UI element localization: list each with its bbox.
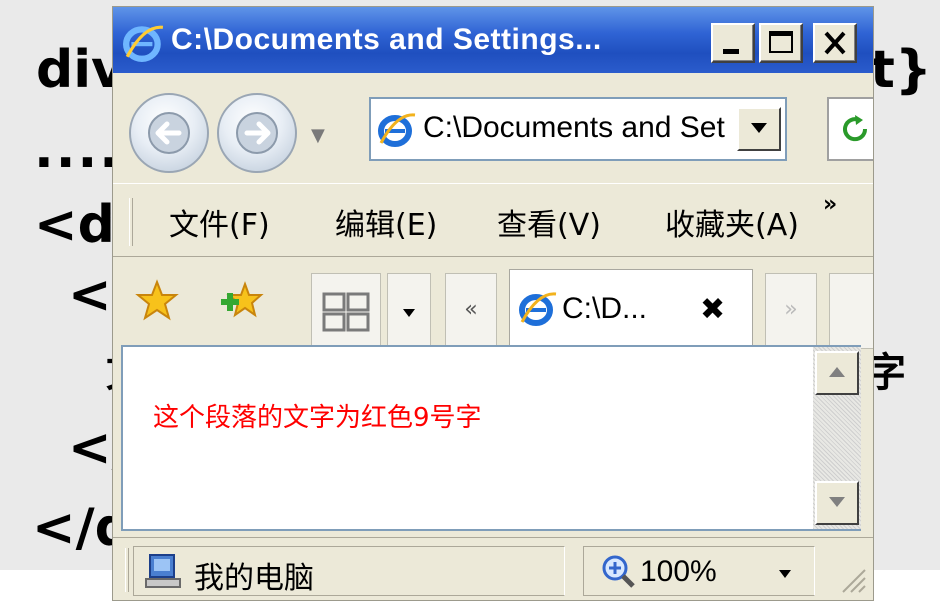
resize-grip-icon[interactable] bbox=[837, 564, 867, 594]
tab-active[interactable]: C:\D... ✖ bbox=[509, 269, 753, 349]
slide-code-line-4: < bbox=[68, 265, 112, 325]
tab-title: C:\D... bbox=[562, 292, 648, 325]
computer-icon bbox=[144, 553, 184, 591]
refresh-icon bbox=[843, 115, 868, 142]
tab-scroll-right-button[interactable]: » bbox=[765, 273, 817, 349]
chevron-down-icon bbox=[829, 497, 845, 507]
scroll-down-button[interactable] bbox=[815, 481, 859, 525]
menu-bar: 文件(F) 编辑(E) 查看(V) 收藏夹(A) » bbox=[113, 183, 873, 257]
back-button[interactable] bbox=[129, 93, 209, 173]
status-zone-pane: 我的电脑 bbox=[133, 546, 565, 596]
page-content: 这个段落的文字为红色9号字 bbox=[121, 345, 861, 531]
slide-code-line-2: .... bbox=[34, 120, 122, 180]
tab-bar: « C:\D... ✖ » bbox=[113, 257, 873, 349]
favorites-star-icon[interactable] bbox=[135, 279, 179, 323]
status-bar: 我的电脑 100% bbox=[113, 537, 873, 600]
address-dropdown-button[interactable] bbox=[737, 107, 781, 151]
close-icon bbox=[824, 31, 846, 55]
new-tab-button[interactable] bbox=[829, 273, 873, 349]
menu-overflow-chevron[interactable]: » bbox=[823, 192, 837, 217]
menu-edit[interactable]: 编辑(E) bbox=[335, 200, 437, 244]
back-icon bbox=[148, 112, 190, 154]
browser-window: C:\Documents and Settings... ▼ C:\Docume… bbox=[112, 6, 874, 601]
chevron-down-icon[interactable] bbox=[778, 569, 792, 579]
maximize-icon bbox=[769, 31, 793, 53]
ie-page-icon bbox=[518, 288, 558, 328]
ie-icon bbox=[123, 21, 165, 63]
scroll-up-button[interactable] bbox=[815, 351, 859, 395]
menu-file[interactable]: 文件(F) bbox=[169, 200, 270, 244]
close-button[interactable] bbox=[813, 23, 857, 63]
minimize-button[interactable] bbox=[711, 23, 755, 63]
chevron-up-icon bbox=[829, 367, 845, 377]
window-title: C:\Documents and Settings... bbox=[171, 23, 602, 56]
slide-code-line-3: <d bbox=[34, 195, 115, 255]
title-bar[interactable]: C:\Documents and Settings... bbox=[113, 7, 873, 73]
toolbar-grip[interactable] bbox=[129, 198, 133, 246]
address-input[interactable]: C:\Documents and Set bbox=[423, 111, 733, 145]
forward-button[interactable] bbox=[217, 93, 297, 173]
slide-code-line-1-right: t} bbox=[870, 40, 932, 100]
zoom-level: 100% bbox=[640, 555, 717, 588]
quick-tabs-icon bbox=[322, 292, 370, 332]
tab-list-button[interactable] bbox=[387, 273, 431, 349]
menu-view[interactable]: 查看(V) bbox=[497, 200, 601, 244]
refresh-button[interactable] bbox=[827, 97, 873, 161]
red-paragraph: 这个段落的文字为红色9号字 bbox=[153, 403, 482, 433]
close-tab-icon[interactable]: ✖ bbox=[700, 292, 725, 327]
ie-page-icon bbox=[377, 109, 417, 149]
status-grip bbox=[125, 548, 129, 592]
zoom-pane[interactable]: 100% bbox=[583, 546, 815, 596]
chevron-down-icon bbox=[751, 123, 767, 133]
security-zone-label: 我的电脑 bbox=[194, 561, 314, 596]
quick-tabs-button[interactable] bbox=[311, 273, 381, 349]
menu-favorites[interactable]: 收藏夹(A) bbox=[665, 200, 811, 244]
minimize-icon bbox=[723, 49, 739, 54]
chevron-down-icon bbox=[403, 309, 415, 317]
address-bar[interactable]: C:\Documents and Set bbox=[369, 97, 787, 161]
maximize-button[interactable] bbox=[759, 23, 803, 63]
zoom-icon bbox=[600, 553, 636, 589]
recent-pages-dropdown[interactable]: ▼ bbox=[311, 125, 325, 146]
add-favorites-icon[interactable] bbox=[217, 279, 265, 323]
forward-icon bbox=[236, 112, 278, 154]
tab-scroll-left-button[interactable]: « bbox=[445, 273, 497, 349]
vertical-scrollbar[interactable] bbox=[813, 347, 861, 529]
navigation-bar: ▼ C:\Documents and Set bbox=[113, 73, 873, 181]
